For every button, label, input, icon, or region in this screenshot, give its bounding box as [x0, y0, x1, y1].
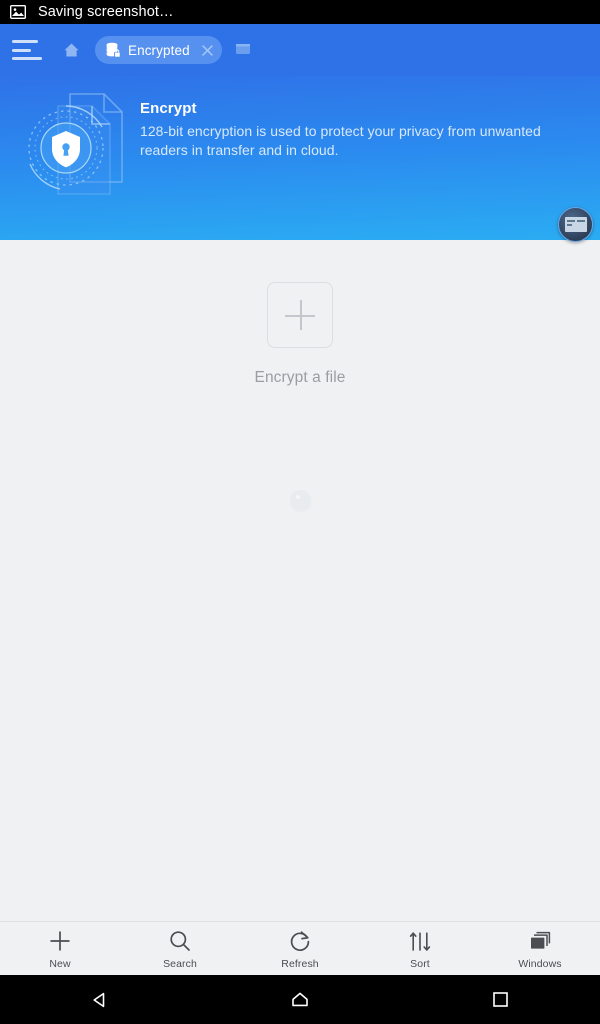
refresh-icon [288, 928, 312, 954]
android-nav-bar [0, 975, 600, 1024]
status-text: Saving screenshot… [38, 3, 174, 20]
new-window-icon[interactable] [235, 42, 252, 59]
bottom-item-label: Windows [518, 957, 562, 970]
bottom-item-label: Refresh [281, 957, 319, 970]
home-icon[interactable] [61, 40, 81, 60]
browser-toolbar: Encrypted [0, 24, 600, 76]
status-bar: Saving screenshot… [0, 0, 600, 24]
empty-state-label: Encrypt a file [254, 369, 346, 386]
encrypted-database-icon [105, 42, 121, 58]
bottom-item-label: Search [163, 957, 197, 970]
file-list-area: Encrypt a file [0, 240, 600, 921]
bottom-item-search[interactable]: Search [120, 922, 240, 975]
sort-icon [408, 928, 432, 954]
plus-icon [47, 928, 73, 954]
banner-title: Encrypt [140, 100, 197, 117]
overlay-panel-icon [564, 217, 587, 232]
encrypted-documents-shield-illustration [22, 86, 142, 206]
bottom-toolbar: New Search Refresh Sort Windows [0, 921, 600, 975]
encrypt-file-button[interactable] [267, 282, 333, 348]
hamburger-menu-icon[interactable] [12, 38, 44, 62]
app-screen: Saving screenshot… Encrypted Encrypt 128… [0, 0, 600, 1024]
bottom-item-new[interactable]: New [0, 922, 120, 975]
search-icon [168, 928, 192, 954]
bottom-item-label: Sort [410, 957, 430, 970]
tab-label: Encrypted [128, 42, 190, 58]
banner-text-block: Encrypt 128-bit encryption is used to pr… [140, 100, 585, 160]
recents-square-icon[interactable] [400, 990, 600, 1009]
home-house-icon[interactable] [200, 990, 400, 1010]
image-icon [10, 5, 26, 19]
bottom-item-windows[interactable]: Windows [480, 922, 600, 975]
close-icon[interactable] [199, 42, 216, 59]
encrypt-banner: Encrypt 128-bit encryption is used to pr… [0, 76, 600, 240]
bottom-item-sort[interactable]: Sort [360, 922, 480, 975]
windows-icon [528, 928, 552, 954]
bottom-item-label: New [49, 957, 71, 970]
back-triangle-icon[interactable] [0, 990, 200, 1010]
floating-overlay-button[interactable] [558, 207, 593, 242]
banner-description: 128-bit encryption is used to protect yo… [140, 123, 541, 158]
bottom-item-refresh[interactable]: Refresh [240, 922, 360, 975]
tab-encrypted[interactable]: Encrypted [95, 36, 222, 64]
empty-state: Encrypt a file [0, 282, 600, 387]
loading-spinner [290, 490, 311, 511]
